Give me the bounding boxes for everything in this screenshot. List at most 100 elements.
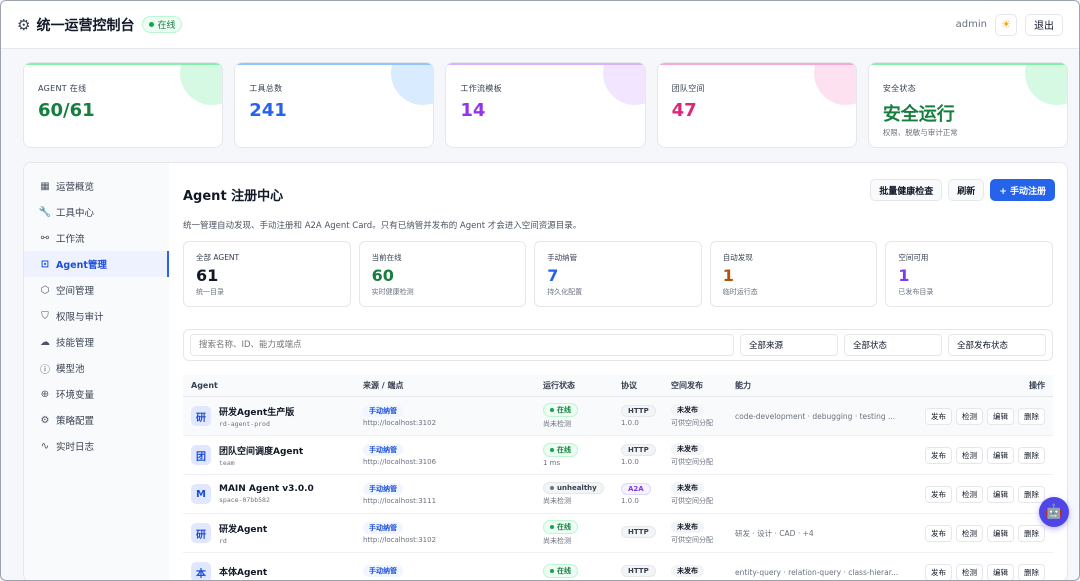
agent-name: 本体Agent <box>219 567 268 578</box>
sidebar-item[interactable]: ⚙ 策略配置 <box>24 407 169 433</box>
agent-name: 研发Agent生产版 <box>219 407 295 418</box>
sidebar-item[interactable]: ▦ 运营概览 <box>24 173 169 199</box>
edit-button[interactable]: 编辑 <box>987 446 1014 464</box>
stat-value: 60/61 <box>38 100 95 121</box>
shield-icon: ⛉ <box>41 310 49 322</box>
edit-button[interactable]: 编辑 <box>987 407 1014 425</box>
top-bar: ⚙ 统一运营控制台 在线 admin ☀ 退出 <box>1 1 1079 49</box>
register-button[interactable]: + 手动注册 <box>990 179 1055 201</box>
agent-stat-sub: 已发布目录 <box>898 288 934 296</box>
protocol-badge: HTTP <box>621 565 656 577</box>
delete-button[interactable]: 删除 <box>1018 524 1045 542</box>
refresh-button[interactable]: 刷新 <box>948 179 985 201</box>
agent-id: team <box>219 458 235 467</box>
agent-stat-value: 1 <box>722 266 734 285</box>
publish-badge: 未发布 <box>671 404 704 416</box>
globe-icon: ⊕ <box>40 388 50 400</box>
agent-name: 团队空间调度Agent <box>219 446 304 457</box>
agent-id: rd-agent-prod <box>219 419 270 428</box>
col-source: 来源 / 端点 <box>363 381 404 390</box>
publish-sub: 可供空间分配 <box>671 419 713 427</box>
edit-button[interactable]: 编辑 <box>987 563 1014 580</box>
table-header: Agent 来源 / 端点 运行状态 协议 空间发布 能力 操作 <box>183 375 1053 397</box>
table-row[interactable]: 本 本体Agent 手动纳管 在线 HTTP 未发布 entity-query … <box>183 553 1053 580</box>
publish-badge: 未发布 <box>671 443 704 455</box>
agent-stat-sub: 临时运行态 <box>722 288 758 296</box>
delete-button[interactable]: 删除 <box>1018 446 1045 464</box>
sidebar-item[interactable]: ⛉ 权限与审计 <box>24 303 169 329</box>
theme-toggle-button[interactable]: ☀ <box>995 13 1017 36</box>
table-row[interactable]: 团 团队空间调度Agent team 手动纳管 http://localhost… <box>183 436 1053 475</box>
state-sub: 尚未检测 <box>543 497 571 505</box>
table-row[interactable]: 研 研发Agent rd 手动纳管 http://localhost:3102 … <box>183 514 1053 553</box>
info-icon: ⓘ <box>40 364 50 376</box>
sidebar-item[interactable]: ⓘ 模型池 <box>24 355 169 381</box>
edit-button[interactable]: 编辑 <box>987 524 1014 542</box>
check-button[interactable]: 检测 <box>956 407 983 425</box>
assistant-fab-button[interactable]: 🤖 <box>1039 497 1069 527</box>
publish-sub: 可供空间分配 <box>671 536 713 544</box>
state-badge: 在线 <box>543 520 578 534</box>
table-row[interactable]: 研 研发Agent生产版 rd-agent-prod 手动纳管 http://l… <box>183 397 1053 436</box>
agent-stat-label: 空间可用 <box>898 253 929 262</box>
agent-name: 研发Agent <box>219 524 268 535</box>
delete-button[interactable]: 删除 <box>1018 485 1045 503</box>
state-select[interactable]: 全部状态 <box>844 334 942 356</box>
col-ops: 操作 <box>1029 381 1045 390</box>
sun-icon: ☀ <box>1001 18 1011 31</box>
publish-sub: 可供空间分配 <box>671 458 713 466</box>
edit-button[interactable]: 编辑 <box>987 485 1014 503</box>
sidebar-item[interactable]: 🔧 工具中心 <box>24 199 169 225</box>
source-select[interactable]: 全部来源 <box>740 334 838 356</box>
endpoint: http://localhost:3111 <box>363 497 437 505</box>
sidebar-item[interactable]: ⬡ 空间管理 <box>24 277 169 303</box>
agent-stat-value: 1 <box>898 266 910 285</box>
cube-icon: ⬡ <box>40 284 50 296</box>
sidebar-item-label: 工作流 <box>56 234 85 245</box>
robot-icon: 🤖 <box>1045 504 1063 520</box>
protocol-version: 1.0.0 <box>621 497 639 505</box>
agent-stat-card: 空间可用 1 已发布目录 <box>885 241 1053 307</box>
table-row[interactable]: M MAIN Agent v3.0.0 space-07bb582 手动纳管 h… <box>183 475 1053 514</box>
search-input[interactable] <box>190 334 734 356</box>
protocol-badge: HTTP <box>621 444 656 456</box>
publish-sub: 可供空间分配 <box>671 497 713 505</box>
protocol-version: 1.0.0 <box>621 419 639 427</box>
publish-button[interactable]: 发布 <box>925 485 952 503</box>
sidebar-item[interactable]: ⚯ 工作流 <box>24 225 169 251</box>
content: Agent 注册中心 批量健康检查 刷新 + 手动注册 统一管理自动发现、手动注… <box>169 163 1067 580</box>
agent-stat-card: 当前在线 60 实时健康检测 <box>358 241 527 307</box>
agent-name: MAIN Agent v3.0.0 <box>219 484 314 494</box>
sidebar-item[interactable]: ☁ 技能管理 <box>24 329 169 355</box>
col-protocol: 协议 <box>621 381 637 390</box>
state-sub: 1 ms <box>543 459 561 467</box>
check-button[interactable]: 检测 <box>956 446 983 464</box>
batch-health-check-button[interactable]: 批量健康检查 <box>870 179 943 201</box>
check-button[interactable]: 检测 <box>956 485 983 503</box>
publish-badge: 未发布 <box>671 482 704 494</box>
sidebar-item[interactable]: ⊡ Agent管理 <box>24 251 169 277</box>
logout-button[interactable]: 退出 <box>1025 13 1063 36</box>
publish-button[interactable]: 发布 <box>925 446 952 464</box>
publish-button[interactable]: 发布 <box>925 407 952 425</box>
publish-button[interactable]: 发布 <box>925 563 952 580</box>
robot-icon: ⊡ <box>40 258 50 270</box>
sidebar-item-label: 实时日志 <box>56 442 95 453</box>
agent-stat-card: 手动纳管 7 持久化配置 <box>534 241 702 307</box>
check-button[interactable]: 检测 <box>956 524 983 542</box>
sidebar-item-label: Agent管理 <box>56 260 107 271</box>
gear-icon: ⚙ <box>40 414 50 426</box>
agent-stat-label: 当前在线 <box>371 253 402 262</box>
publish-button[interactable]: 发布 <box>925 524 952 542</box>
delete-button[interactable]: 删除 <box>1018 407 1045 425</box>
source-tag: 手动纳管 <box>363 522 403 534</box>
stat-sub: 权限、脱敏与审计正常 <box>882 128 958 137</box>
delete-button[interactable]: 删除 <box>1018 563 1045 580</box>
stat-card: 安全状态 安全运行 权限、脱敏与审计正常 <box>867 62 1069 148</box>
sidebar-item[interactable]: ∿ 实时日志 <box>24 433 169 459</box>
publish-select[interactable]: 全部发布状态 <box>948 334 1046 356</box>
publish-badge: 未发布 <box>671 521 704 533</box>
sidebar-item-label: 环境变量 <box>56 390 95 401</box>
sidebar-item[interactable]: ⊕ 环境变量 <box>24 381 169 407</box>
check-button[interactable]: 检测 <box>956 563 983 580</box>
